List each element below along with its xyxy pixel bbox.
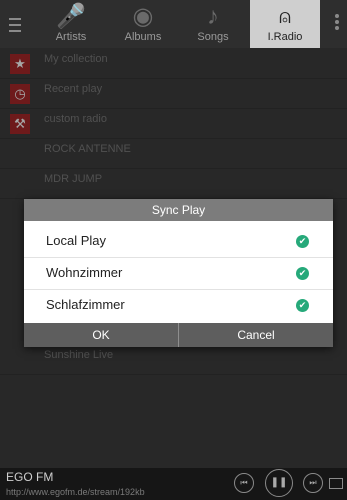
list-item[interactable]: MDR JUMP (0, 168, 347, 199)
microphone-icon: 🎤 (56, 3, 86, 30)
menu-icon[interactable] (9, 14, 21, 32)
clock-icon: ◷ (10, 84, 30, 104)
option-wohnzimmer[interactable]: Wohnzimmer ✔ (24, 257, 333, 290)
cancel-button[interactable]: Cancel (179, 323, 333, 347)
stream-url: http://www.egofm.de/stream/192kb (6, 487, 145, 497)
list-item-custom-radio[interactable]: ⚒ custom radio (0, 108, 347, 139)
tools-icon: ⚒ (10, 114, 30, 134)
tab-bar: 🎤 Artists ◉ Albums ♪ Songs ⍝ I.Radio (0, 0, 347, 48)
music-note-icon: ♪ (207, 3, 219, 30)
option-label: Wohnzimmer (46, 265, 123, 280)
tab-label: Albums (124, 31, 162, 43)
tab-label: Songs (197, 31, 229, 43)
tab-iradio[interactable]: ⍝ I.Radio (250, 0, 320, 48)
option-label: Local Play (46, 233, 106, 248)
station-label: MDR JUMP (44, 173, 103, 185)
tab-songs[interactable]: ♪ Songs (176, 0, 250, 48)
sync-play-dialog: Sync Play Local Play ✔ Wohnzimmer ✔ Schl… (24, 199, 333, 347)
tab-artists[interactable]: 🎤 Artists (32, 0, 110, 48)
option-schlafzimmer[interactable]: Schlafzimmer ✔ (24, 289, 333, 321)
star-icon: ★ (10, 54, 30, 74)
tab-albums[interactable]: ◉ Albums (110, 0, 176, 48)
check-icon[interactable]: ✔ (296, 299, 309, 312)
list-item-label: Recent play (44, 83, 103, 95)
list-item[interactable]: ROCK ANTENNE (0, 138, 347, 169)
now-playing-bar[interactable]: EGO FM http://www.egofm.de/stream/192kb … (0, 468, 347, 500)
radio-tower-icon: ⍝ (279, 6, 291, 28)
option-local-play[interactable]: Local Play ✔ (24, 225, 333, 258)
next-icon[interactable]: ⏭ (303, 473, 323, 493)
list-item-label: My collection (44, 53, 108, 65)
station-label: Sunshine Live (44, 349, 114, 361)
station-name: EGO FM (6, 470, 54, 484)
check-icon[interactable]: ✔ (296, 267, 309, 280)
tab-label: I.Radio (267, 31, 303, 43)
list-item[interactable]: Sunshine Live (0, 344, 347, 375)
check-icon[interactable]: ✔ (296, 235, 309, 248)
disc-icon: ◉ (132, 3, 154, 30)
option-label: Schlafzimmer (46, 297, 125, 312)
tab-label: Artists (55, 31, 87, 43)
list-item-my-collection[interactable]: ★ My collection (0, 48, 347, 79)
list-item-recent-play[interactable]: ◷ Recent play (0, 78, 347, 109)
cast-icon[interactable] (329, 478, 343, 489)
dialog-button-bar: OK Cancel (24, 323, 333, 347)
overflow-menu-icon[interactable] (335, 12, 339, 32)
station-label: ROCK ANTENNE (44, 143, 131, 155)
dialog-title: Sync Play (24, 199, 333, 221)
list-item-label: custom radio (44, 113, 107, 125)
pause-icon[interactable]: ❚❚ (265, 469, 293, 497)
ok-button[interactable]: OK (24, 323, 179, 347)
previous-icon[interactable]: ⏮ (234, 473, 254, 493)
